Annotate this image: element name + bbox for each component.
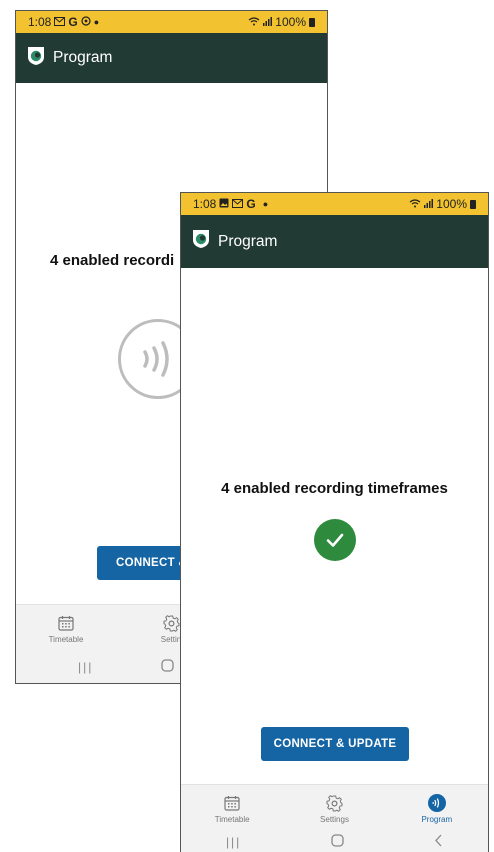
nav-timetable-label: Timetable (48, 635, 84, 644)
wifi-icon (248, 15, 260, 29)
bottom-navigation: Timetable Settings Program (181, 784, 488, 830)
system-navigation-bar: ||| (181, 830, 488, 852)
app-title: Program (53, 49, 113, 66)
recent-apps-icon[interactable]: ||| (226, 835, 241, 849)
calendar-icon (223, 794, 241, 812)
status-bar: 1:08 G ● 100% (16, 11, 327, 33)
nav-settings[interactable]: Settings (283, 785, 385, 830)
gear-icon (162, 614, 180, 632)
nav-timetable-label: Timetable (214, 815, 250, 824)
signal-icon (424, 197, 434, 211)
google-icon: G (246, 197, 256, 211)
recording-count-text: 4 enabled recordi (50, 252, 175, 269)
home-icon[interactable] (331, 833, 344, 850)
nav-program[interactable]: Program (386, 785, 488, 830)
app-logo-icon (27, 46, 45, 71)
nav-settings-label: Settin (160, 635, 182, 644)
wifi-icon (409, 197, 421, 211)
battery-icon (470, 199, 476, 209)
status-bar: 1:08 G ● 100% (181, 193, 488, 215)
status-time: 1:08 (193, 197, 217, 211)
status-time: 1:08 (28, 15, 52, 29)
signal-icon (263, 15, 273, 29)
nav-program-label: Program (421, 815, 453, 824)
back-icon[interactable] (434, 834, 443, 850)
nav-timetable[interactable]: Timetable (181, 785, 283, 830)
dot-icon: ● (93, 17, 100, 27)
recording-count-text: 4 enabled recording timeframes (221, 480, 448, 497)
check-icon (326, 533, 344, 547)
front-phone-screen: 1:08 G ● 100% Program 4 enabled recordin… (180, 192, 489, 852)
nfc-icon (427, 794, 446, 812)
image-icon (219, 197, 229, 211)
calendar-icon (57, 614, 75, 632)
app-logo-icon (192, 229, 210, 254)
google-icon: G (68, 15, 78, 29)
battery-icon (309, 17, 315, 27)
battery-level: 100% (436, 197, 467, 211)
connect-update-button[interactable]: CONNECT & (97, 546, 187, 580)
sync-icon (81, 15, 91, 29)
nav-settings-label: Settings (320, 815, 349, 824)
connect-update-button[interactable]: CONNECT & UPDATE (261, 727, 409, 761)
home-icon[interactable] (161, 659, 175, 675)
recent-apps-icon[interactable]: ||| (78, 660, 93, 674)
app-bar: Program (181, 215, 488, 268)
mail-icon (232, 197, 244, 211)
app-title: Program (218, 232, 278, 250)
success-indicator (314, 519, 356, 561)
nav-timetable[interactable]: Timetable (16, 605, 116, 650)
dot-icon: ● (262, 199, 269, 209)
mail-icon (54, 15, 66, 29)
battery-level: 100% (275, 15, 306, 29)
app-bar: Program (16, 33, 327, 83)
gear-icon (325, 794, 343, 812)
